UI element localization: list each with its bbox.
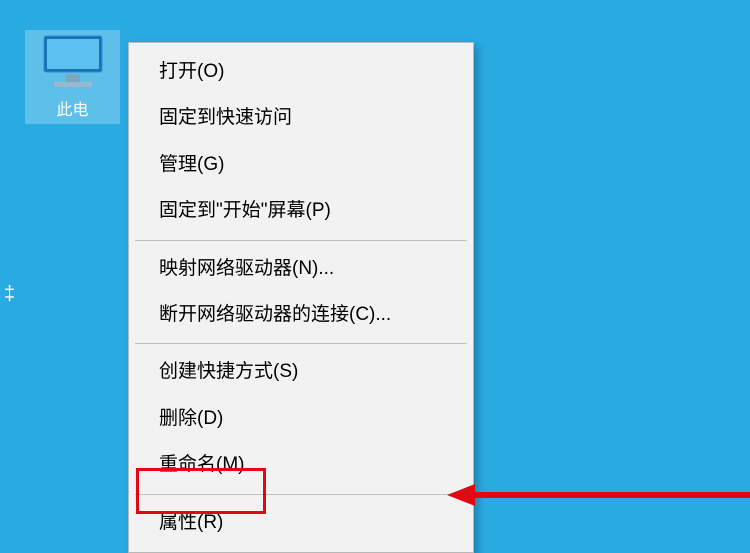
menu-item-manage[interactable]: 管理(G)	[131, 142, 471, 188]
menu-separator	[135, 494, 467, 495]
menu-item-pin-start[interactable]: 固定到"开始"屏幕(P)	[131, 188, 471, 234]
menu-item-disconnect-drive[interactable]: 断开网络驱动器的连接(C)...	[131, 292, 471, 338]
menu-item-rename[interactable]: 重命名(M)	[131, 442, 471, 488]
menu-item-open[interactable]: 打开(O)	[131, 49, 471, 95]
menu-item-delete[interactable]: 删除(D)	[131, 396, 471, 442]
menu-separator	[135, 240, 467, 241]
annotation-arrow	[447, 480, 750, 510]
sidebar-fragment: ‡	[4, 283, 15, 306]
menu-item-pin-quick-access[interactable]: 固定到快速访问	[131, 95, 471, 141]
menu-item-properties[interactable]: 属性(R)	[131, 500, 471, 546]
menu-item-map-drive[interactable]: 映射网络驱动器(N)...	[131, 246, 471, 292]
monitor-icon	[40, 34, 106, 90]
desktop-icon-label: 此电	[56, 96, 88, 120]
context-menu: 打开(O) 固定到快速访问 管理(G) 固定到"开始"屏幕(P) 映射网络驱动器…	[128, 42, 474, 553]
menu-separator	[135, 343, 467, 344]
desktop-icon-this-pc[interactable]: 此电	[25, 30, 120, 124]
menu-item-create-shortcut[interactable]: 创建快捷方式(S)	[131, 349, 471, 395]
